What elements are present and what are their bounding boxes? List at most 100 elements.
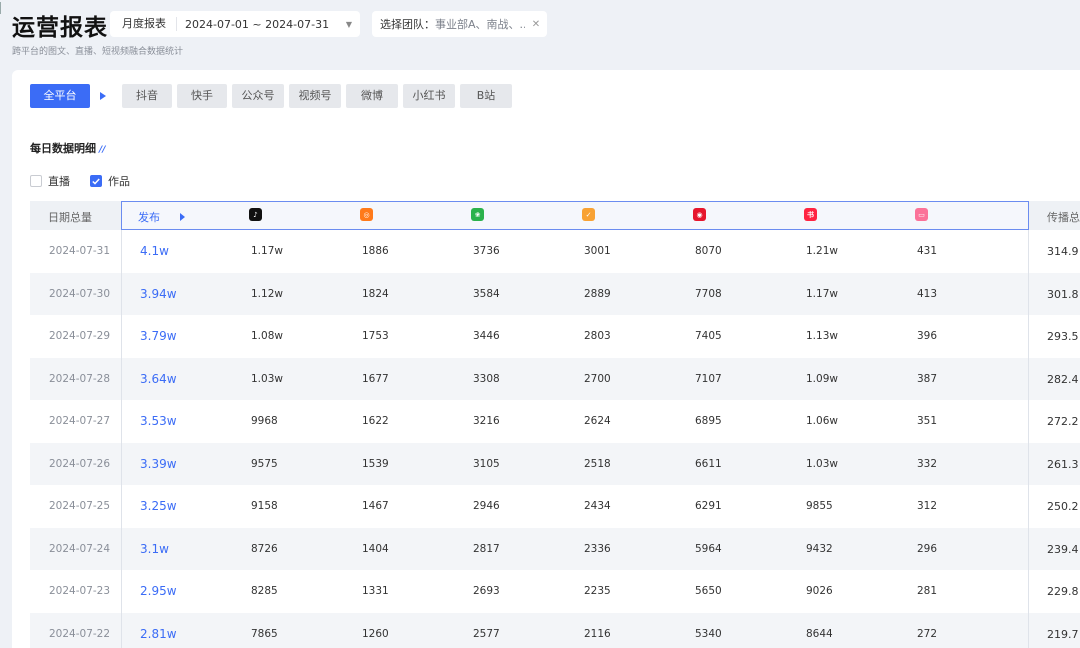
spread-total-cell: 272.2 bbox=[1047, 415, 1079, 428]
date-range-value[interactable]: 2024-07-01 ~ 2024-07-31 bbox=[177, 18, 338, 31]
publish-total-cell[interactable]: 4.1w bbox=[140, 244, 169, 258]
team-select-value[interactable]: 事业部A、南战、... bbox=[435, 16, 525, 32]
platform-value-cell: 2700 bbox=[584, 372, 611, 385]
platform-value-cell: 272 bbox=[917, 627, 938, 640]
platform-value-cell: 7865 bbox=[251, 627, 278, 640]
publish-total-cell[interactable]: 2.95w bbox=[140, 584, 177, 598]
date-cell: 2024-07-26 bbox=[49, 457, 111, 470]
platform-value-cell: 1467 bbox=[362, 500, 389, 512]
date-cell: 2024-07-23 bbox=[49, 585, 111, 597]
column-divider bbox=[121, 442, 122, 485]
period-date-picker[interactable]: 月度报表 2024-07-01 ~ 2024-07-31 ▼ bbox=[110, 11, 360, 37]
live-checkbox[interactable] bbox=[30, 175, 42, 187]
team-select[interactable]: 选择团队： 事业部A、南战、... ✕ bbox=[372, 11, 547, 37]
platform-value-cell: 1.13w bbox=[806, 330, 838, 342]
content-type-filters: 直播 作品 bbox=[30, 173, 150, 189]
works-checkbox[interactable] bbox=[90, 175, 102, 187]
page-title: 运营报表 bbox=[12, 15, 108, 41]
date-cell: 2024-07-29 bbox=[49, 330, 111, 342]
platform-value-cell: 312 bbox=[917, 500, 938, 512]
tab-bilibili[interactable]: B站 bbox=[460, 84, 512, 108]
table-body: 2024-07-31 4.1w 1.17w 1886 3736 3001 8070 1.21w… bbox=[30, 230, 1080, 648]
platform-value-cell: 2817 bbox=[473, 542, 500, 555]
platform-value-cell: 9026 bbox=[806, 585, 833, 597]
platform-value-cell: 3584 bbox=[473, 287, 500, 300]
platform-value-cell: 3736 bbox=[473, 245, 500, 257]
spread-total-cell: 293.5 bbox=[1047, 330, 1079, 343]
platform-value-cell: 296 bbox=[917, 542, 938, 555]
platform-value-cell: 2577 bbox=[473, 627, 500, 640]
chevron-down-icon[interactable]: ▼ bbox=[338, 20, 360, 29]
platform-value-cell: 1.06w bbox=[806, 415, 838, 427]
platform-value-cell: 9158 bbox=[251, 500, 278, 512]
corner-mark bbox=[0, 2, 4, 14]
publish-total-cell[interactable]: 3.94w bbox=[140, 287, 177, 301]
platform-value-cell: 3105 bbox=[473, 457, 500, 470]
date-cell: 2024-07-24 bbox=[49, 542, 111, 555]
platform-value-cell: 431 bbox=[917, 245, 938, 257]
date-cell: 2024-07-31 bbox=[49, 245, 111, 257]
xiaohongshu-icon: 书 bbox=[804, 208, 817, 221]
close-icon[interactable]: ✕ bbox=[525, 19, 547, 30]
publish-total-cell[interactable]: 3.25w bbox=[140, 499, 177, 513]
daily-data-table: 日期总量 发布 ♪ ◎ ❀ ✓ ◉ 书 ▭ 传播总量 2024-07-31 4.1w 1.17w… bbox=[30, 201, 1080, 648]
spread-total-cell: 282.4 bbox=[1047, 372, 1079, 386]
bilibili-icon: ▭ bbox=[915, 208, 928, 221]
platform-value-cell: 3216 bbox=[473, 415, 500, 427]
platform-value-cell: 1260 bbox=[362, 627, 389, 640]
tab-kuaishou[interactable]: 快手 bbox=[177, 84, 227, 108]
tab-wechat-channels[interactable]: 视频号 bbox=[289, 84, 341, 108]
column-divider bbox=[1028, 230, 1029, 273]
platform-value-cell: 1622 bbox=[362, 415, 389, 427]
publish-total-cell[interactable]: 3.39w bbox=[140, 457, 177, 471]
platform-value-cell: 3001 bbox=[584, 245, 611, 257]
publish-total-cell[interactable]: 3.79w bbox=[140, 329, 177, 343]
report-panel: 全平台 抖音 快手 公众号 视频号 微博 小红书 B站 每日数据明细// 直播 … bbox=[12, 70, 1080, 648]
table-row: 2024-07-24 3.1w 8726 1404 2817 2336 5964 9432 29… bbox=[30, 527, 1080, 570]
platform-value-cell: 2889 bbox=[584, 287, 611, 300]
official-account-icon: ✓ bbox=[582, 208, 595, 221]
platform-value-cell: 351 bbox=[917, 415, 938, 427]
tab-weibo[interactable]: 微博 bbox=[346, 84, 398, 108]
spread-total-cell: 250.2 bbox=[1047, 500, 1079, 513]
platform-value-cell: 1753 bbox=[362, 330, 389, 342]
column-divider bbox=[121, 527, 122, 570]
publish-total-cell[interactable]: 3.53w bbox=[140, 414, 177, 428]
publish-total-cell[interactable]: 2.81w bbox=[140, 627, 177, 641]
spread-total-cell: 301.8 bbox=[1047, 287, 1079, 301]
column-divider bbox=[1028, 442, 1029, 485]
tab-xiaohongshu[interactable]: 小红书 bbox=[403, 84, 455, 108]
top-bar: 运营报表 跨平台的图文、直播、短视频融合数据统计 月度报表 2024-07-01… bbox=[0, 0, 1080, 70]
platform-value-cell: 5650 bbox=[695, 585, 722, 597]
date-cell: 2024-07-28 bbox=[49, 372, 111, 385]
platform-value-cell: 2693 bbox=[473, 585, 500, 597]
filter-live[interactable]: 直播 bbox=[30, 173, 70, 189]
publish-total-cell[interactable]: 3.1w bbox=[140, 542, 169, 556]
column-divider bbox=[121, 230, 122, 273]
filter-works-label: 作品 bbox=[108, 175, 130, 188]
platform-value-cell: 1677 bbox=[362, 372, 389, 385]
platform-value-cell: 5964 bbox=[695, 542, 722, 555]
platform-value-cell: 2434 bbox=[584, 500, 611, 512]
platform-value-cell: 1539 bbox=[362, 457, 389, 470]
column-divider bbox=[1028, 357, 1029, 400]
tab-douyin[interactable]: 抖音 bbox=[122, 84, 172, 108]
platform-value-cell: 2235 bbox=[584, 585, 611, 597]
filter-works[interactable]: 作品 bbox=[90, 173, 130, 189]
publish-column-header[interactable]: 发布 bbox=[138, 209, 160, 225]
platform-value-cell: 9855 bbox=[806, 500, 833, 512]
tab-all-platforms[interactable]: 全平台 bbox=[30, 84, 90, 108]
platform-value-cell: 1.03w bbox=[806, 457, 838, 470]
caret-right-icon[interactable] bbox=[180, 211, 185, 224]
tab-official-account[interactable]: 公众号 bbox=[232, 84, 284, 108]
date-column-header: 日期总量 bbox=[48, 211, 92, 224]
section-title: 每日数据明细// bbox=[30, 140, 106, 156]
platform-value-cell: 9968 bbox=[251, 415, 278, 427]
platform-value-cell: 396 bbox=[917, 330, 938, 342]
column-divider bbox=[121, 272, 122, 315]
platform-value-cell: 7708 bbox=[695, 287, 722, 300]
platform-value-cell: 3308 bbox=[473, 372, 500, 385]
platform-value-cell: 281 bbox=[917, 585, 938, 597]
platform-tabs: 全平台 抖音 快手 公众号 视频号 微博 小红书 B站 bbox=[30, 84, 517, 108]
publish-total-cell[interactable]: 3.64w bbox=[140, 372, 177, 386]
